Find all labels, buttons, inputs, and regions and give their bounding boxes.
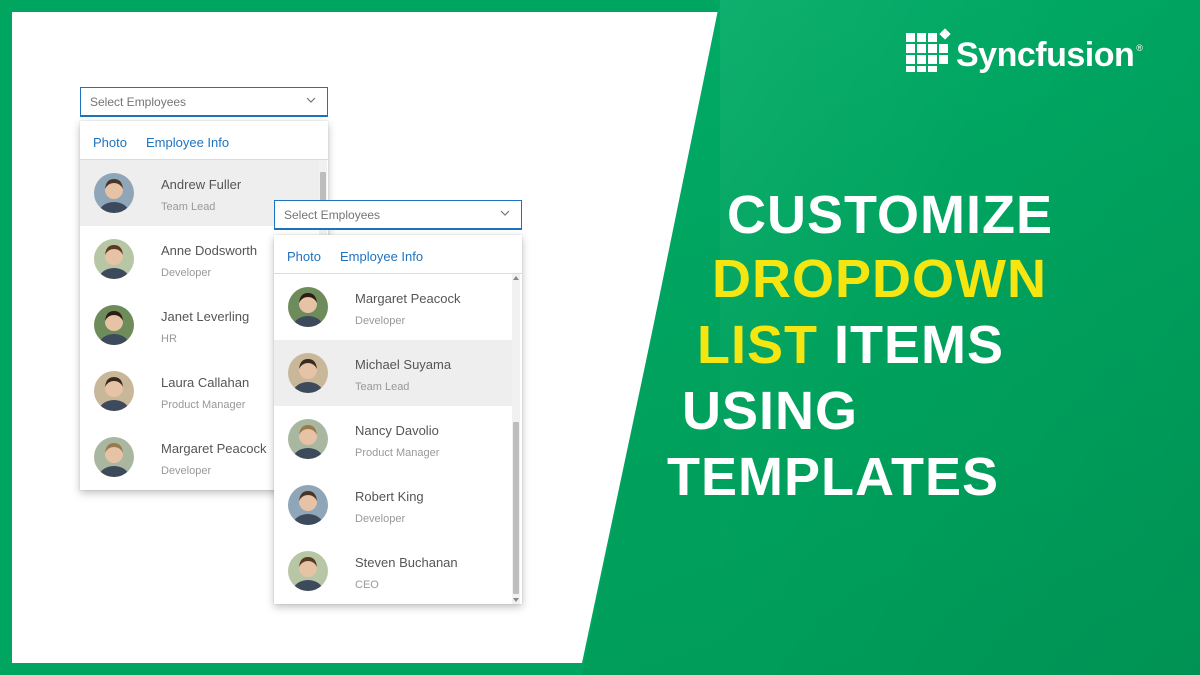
list-item[interactable]: Nancy Davolio Product Manager: [274, 406, 512, 472]
avatar-icon: [288, 485, 328, 525]
headline-line-3: LIST ITEMS: [697, 314, 1004, 376]
chevron-down-icon[interactable]: [499, 207, 511, 219]
header-employee-info: Employee Info: [146, 135, 230, 150]
logo-text: Syncfusion: [956, 36, 1135, 74]
employee-role: Developer: [355, 315, 406, 327]
employee-name: Margaret Peacock: [161, 441, 267, 456]
employee-dropdown-1[interactable]: Select Employees: [80, 87, 328, 117]
headline-highlight: LIST: [697, 315, 818, 375]
dropdown-placeholder: Select Employees: [90, 95, 187, 109]
employee-role: Team Lead: [161, 201, 216, 213]
scroll-down-icon[interactable]: [512, 596, 520, 604]
employee-role: Team Lead: [355, 381, 410, 393]
dropdown-placeholder: Select Employees: [284, 208, 381, 222]
headline-line-4: USING: [682, 380, 858, 442]
popup-header: Photo Employee Info: [80, 121, 328, 160]
avatar-icon: [288, 287, 328, 327]
scrollbar[interactable]: [512, 274, 520, 604]
popup-header: Photo Employee Info: [274, 235, 522, 274]
header-photo: Photo: [93, 135, 127, 150]
employee-name: Michael Suyama: [355, 357, 452, 372]
headline-text: ITEMS: [834, 315, 1005, 375]
avatar-icon: [94, 371, 134, 411]
dropdown-popup-2: Photo Employee Info Margaret Peacock Deve…: [274, 235, 522, 604]
headline-line-2: DROPDOWN: [712, 248, 1047, 310]
avatar-icon: [288, 551, 328, 591]
headline-text: USING: [682, 381, 859, 441]
employee-dropdown-2[interactable]: Select Employees: [274, 200, 522, 230]
employee-name: Laura Callahan: [161, 375, 250, 390]
list-item[interactable]: Steven Buchanan CEO: [274, 538, 512, 604]
employee-role: Product Manager: [161, 399, 246, 411]
headline-text: CUSTOMIZE: [727, 185, 1054, 245]
headline-line-1: CUSTOMIZE: [727, 184, 1053, 246]
employee-name: Nancy Davolio: [355, 423, 439, 438]
employee-name: Robert King: [355, 489, 424, 504]
employee-role: Developer: [355, 513, 406, 525]
employee-role: HR: [161, 333, 177, 345]
list-item[interactable]: Michael Suyama Team Lead: [274, 340, 512, 406]
avatar-icon: [94, 239, 134, 279]
avatar-icon: [94, 305, 134, 345]
headline-line-5: TEMPLATES: [667, 446, 999, 508]
employee-role: Product Manager: [355, 447, 440, 459]
employee-name: Andrew Fuller: [161, 177, 242, 192]
scrollbar-thumb[interactable]: [513, 422, 519, 594]
chevron-down-icon[interactable]: [305, 94, 317, 106]
registered-mark: ®: [1136, 42, 1143, 53]
avatar-icon: [288, 419, 328, 459]
employee-name: Janet Leverling: [161, 309, 250, 324]
employee-name: Margaret Peacock: [355, 291, 461, 306]
employee-role: Developer: [161, 267, 212, 279]
avatar-icon: [94, 173, 134, 213]
headline-text: TEMPLATES: [667, 447, 999, 507]
list-item[interactable]: Robert King Developer: [274, 472, 512, 538]
logo-grid-icon: [906, 27, 954, 74]
scroll-up-icon[interactable]: [512, 274, 520, 282]
header-employee-info: Employee Info: [340, 249, 424, 264]
avatar-icon: [288, 353, 328, 393]
employee-name: Anne Dodsworth: [161, 243, 258, 258]
scrollbar-thumb[interactable]: [320, 172, 326, 202]
header-photo: Photo: [287, 249, 321, 264]
list-item[interactable]: Margaret Peacock Developer: [274, 274, 512, 340]
avatar-icon: [94, 437, 134, 477]
syncfusion-logo: Syncfusion ®: [906, 27, 1143, 75]
headline-highlight: DROPDOWN: [712, 249, 1047, 309]
employee-role: Developer: [161, 465, 212, 477]
employee-role: CEO: [355, 579, 379, 591]
employee-name: Steven Buchanan: [355, 555, 458, 570]
